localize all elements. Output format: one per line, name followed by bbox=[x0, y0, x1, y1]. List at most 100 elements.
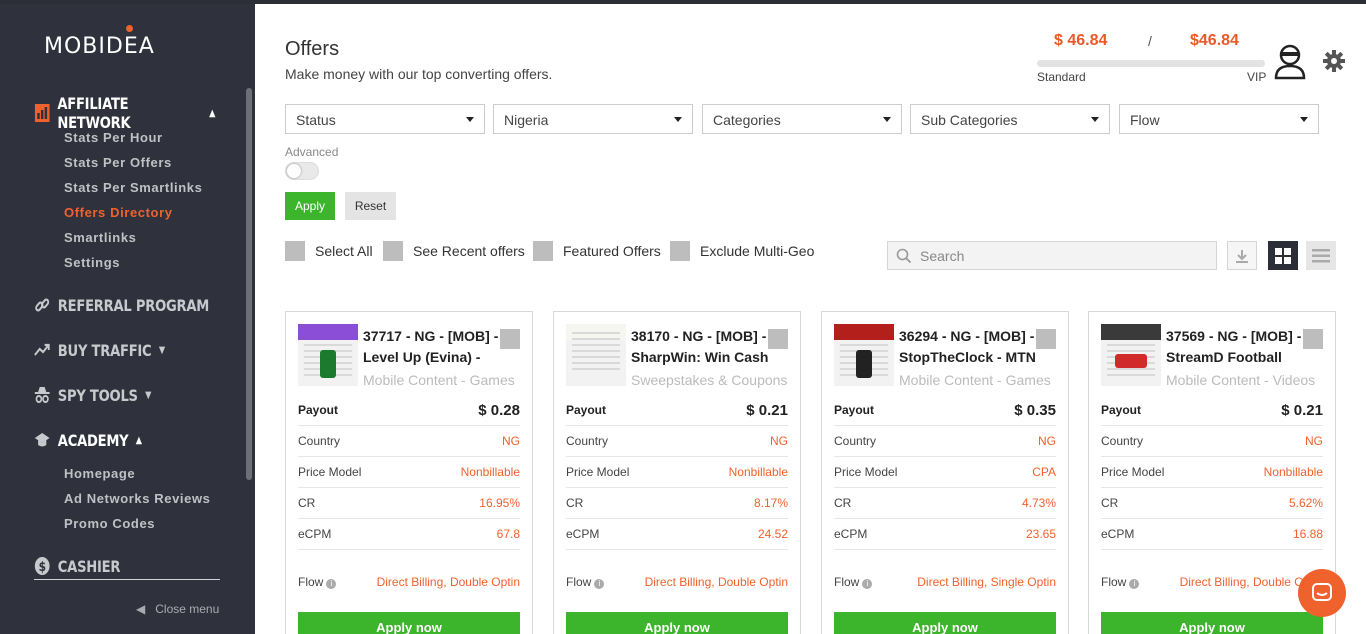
payout-label: Payout bbox=[1101, 403, 1142, 417]
ecpm-value: 16.88 bbox=[1292, 527, 1323, 541]
price-model-row: Price Model Nonbillable bbox=[298, 457, 520, 488]
featured-offers-checkbox[interactable]: Featured Offers bbox=[533, 241, 661, 261]
apply-now-button[interactable]: Apply now bbox=[566, 612, 788, 634]
flow-select[interactable]: Flow bbox=[1119, 104, 1319, 134]
nav-affiliate-network-label: AFFILIATE NETWORK bbox=[57, 94, 131, 132]
list-view-button[interactable] bbox=[1306, 241, 1336, 270]
apply-now-button[interactable]: Apply now bbox=[834, 612, 1056, 634]
nav-academy-label: ACADEMY bbox=[57, 430, 129, 450]
sub-categories-select[interactable]: Sub Categories bbox=[910, 104, 1110, 134]
sidebar-item-homepage[interactable]: Homepage bbox=[64, 466, 135, 481]
nav-spy-tools[interactable]: SPY TOOLS ▼ bbox=[34, 385, 151, 405]
sidebar-item-promo-codes[interactable]: Promo Codes bbox=[64, 516, 155, 531]
apply-now-button[interactable]: Apply now bbox=[1101, 612, 1323, 634]
caret-left-icon: ◀ bbox=[136, 602, 146, 616]
categories-select[interactable]: Categories bbox=[702, 104, 902, 134]
download-button[interactable] bbox=[1227, 241, 1257, 270]
close-menu-button[interactable]: ◀ Close menu bbox=[136, 602, 219, 616]
caret-up-icon: ▲ bbox=[135, 434, 142, 446]
country-row: Country NG bbox=[834, 426, 1056, 457]
settings-button[interactable] bbox=[1322, 49, 1346, 73]
offer-category: Mobile Content - Games bbox=[363, 372, 515, 388]
avatar[interactable] bbox=[1272, 42, 1308, 80]
cr-label: CR bbox=[298, 496, 316, 510]
offer-thumbnail bbox=[566, 324, 626, 386]
cr-value: 4.73% bbox=[1021, 496, 1056, 510]
exclude-multi-geo-checkbox[interactable]: Exclude Multi-Geo bbox=[670, 241, 814, 261]
search-input[interactable] bbox=[920, 247, 1210, 264]
link-icon bbox=[34, 295, 50, 315]
nav-cashier[interactable]: $ CASHIER bbox=[34, 556, 120, 576]
cr-label: CR bbox=[566, 496, 584, 510]
offer-title[interactable]: 37569 - NG - [MOB] - StreamD Football bbox=[1166, 326, 1316, 368]
offer-checkbox[interactable] bbox=[1036, 329, 1056, 349]
ecpm-value: 24.52 bbox=[757, 527, 788, 541]
offer-title[interactable]: 38170 - NG - [MOB] - SharpWin: Win Cash bbox=[631, 326, 781, 368]
country-select[interactable]: Nigeria bbox=[493, 104, 693, 134]
sidebar-item-stats-per-hour[interactable]: Stats Per Hour bbox=[64, 130, 163, 145]
sidebar-item-stats-per-offers[interactable]: Stats Per Offers bbox=[64, 155, 172, 170]
flow-label: Flow bbox=[1101, 574, 1127, 589]
caret-down-icon: ▼ bbox=[158, 344, 165, 356]
apply-now-button[interactable]: Apply now bbox=[298, 612, 520, 634]
dollar-icon: $ bbox=[34, 556, 50, 576]
price-model-label: Price Model bbox=[298, 465, 362, 479]
price-model-value: Nonbillable bbox=[728, 465, 788, 479]
offer-thumbnail bbox=[834, 324, 894, 386]
sidebar-item-smartlinks[interactable]: Smartlinks bbox=[64, 230, 136, 245]
status-select[interactable]: Status bbox=[285, 104, 485, 134]
caret-up-icon: ▲ bbox=[209, 107, 216, 119]
sidebar-scrollbar[interactable] bbox=[246, 88, 252, 480]
page-title: Offers bbox=[285, 38, 340, 60]
payout-label: Payout bbox=[834, 403, 875, 417]
sidebar-item-offers-directory[interactable]: Offers Directory bbox=[64, 205, 173, 220]
info-icon[interactable]: i bbox=[594, 578, 605, 589]
nav-referral-program[interactable]: REFERRAL PROGRAM bbox=[34, 295, 209, 315]
payout-value: $ 0.35 bbox=[1014, 401, 1056, 419]
grid-view-button[interactable] bbox=[1268, 241, 1298, 270]
cr-row: CR 16.95% bbox=[298, 488, 520, 519]
nav-academy[interactable]: ACADEMY ▲ bbox=[34, 430, 142, 450]
logo[interactable]: MOBIDEA bbox=[44, 25, 155, 59]
offer-checkbox[interactable] bbox=[1303, 329, 1323, 349]
sidebar-item-stats-per-smartlinks[interactable]: Stats Per Smartlinks bbox=[64, 180, 202, 195]
advanced-toggle[interactable] bbox=[285, 162, 319, 180]
nav-affiliate-network[interactable]: AFFILIATE NETWORK ▲ bbox=[34, 94, 215, 132]
offer-checkbox[interactable] bbox=[768, 329, 788, 349]
price-model-row: Price Model Nonbillable bbox=[1101, 457, 1323, 488]
balance-target: $46.84 bbox=[1190, 32, 1239, 49]
payout-row: Payout $ 0.21 bbox=[566, 395, 788, 426]
grid-icon bbox=[1275, 247, 1291, 264]
recent-offers-checkbox[interactable]: See Recent offers bbox=[383, 241, 525, 261]
country-label: Country bbox=[298, 434, 341, 448]
country-row: Country NG bbox=[1101, 426, 1323, 457]
price-model-row: Price Model Nonbillable bbox=[566, 457, 788, 488]
close-menu-label: Close menu bbox=[155, 602, 220, 616]
nav-buy-traffic[interactable]: BUY TRAFFIC ▼ bbox=[34, 340, 165, 360]
apply-button[interactable]: Apply bbox=[285, 192, 335, 220]
select-all-checkbox[interactable]: Select All bbox=[285, 241, 373, 261]
flow-label: Flow bbox=[834, 574, 860, 589]
ecpm-value: 23.65 bbox=[1025, 527, 1056, 541]
chat-launcher-button[interactable] bbox=[1298, 569, 1346, 617]
caret-down-icon bbox=[883, 117, 891, 122]
flow-row: Flow i Direct Billing, Double Optin bbox=[298, 566, 520, 597]
info-icon[interactable]: i bbox=[326, 578, 337, 589]
cr-value: 8.17% bbox=[753, 496, 788, 510]
offer-title[interactable]: 36294 - NG - [MOB] - StopTheClock - MTN bbox=[899, 326, 1049, 368]
flow-value: Direct Billing, Double Optin bbox=[376, 574, 520, 589]
offer-card: 38170 - NG - [MOB] - SharpWin: Win Cash … bbox=[553, 311, 801, 634]
info-icon[interactable]: i bbox=[862, 578, 873, 589]
sidebar-item-ad-networks-reviews[interactable]: Ad Networks Reviews bbox=[64, 491, 211, 506]
offer-checkbox[interactable] bbox=[500, 329, 520, 349]
search-box bbox=[887, 241, 1217, 270]
info-icon[interactable]: i bbox=[1129, 578, 1140, 589]
graduation-cap-icon bbox=[34, 430, 50, 450]
logo-dot bbox=[126, 25, 133, 32]
offer-title[interactable]: 37717 - NG - [MOB] - Level Up (Evina) - bbox=[363, 326, 513, 368]
trend-icon bbox=[34, 340, 50, 360]
sidebar-item-settings[interactable]: Settings bbox=[64, 255, 120, 270]
reset-button[interactable]: Reset bbox=[345, 192, 396, 220]
nav-cashier-label: CASHIER bbox=[57, 556, 121, 576]
country-label: Country bbox=[1101, 434, 1144, 448]
